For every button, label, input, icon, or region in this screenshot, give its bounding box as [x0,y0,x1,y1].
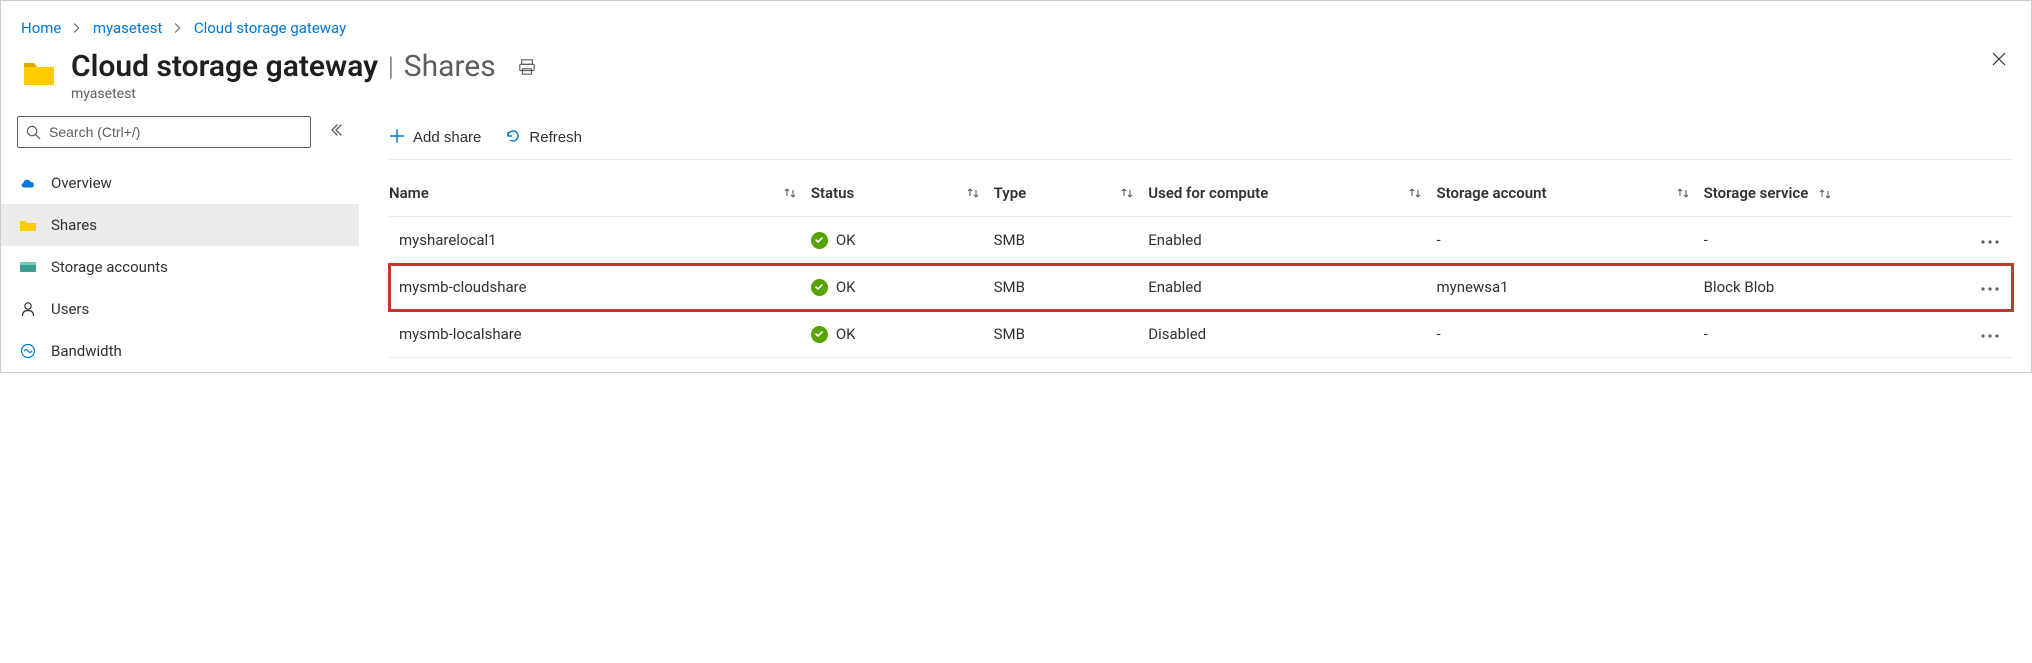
cell-status: OK [811,217,994,264]
sidebar-nav: Overview Shares Storage accounts [1,162,359,372]
table-row[interactable]: mysmb-localshare OK SMB Disabled - - [389,311,2013,358]
sort-icon[interactable] [1408,186,1422,200]
status-text: OK [836,278,856,296]
table-row[interactable]: mysharelocal1 OK SMB Enabled - - [389,217,2013,264]
plus-icon [389,128,405,148]
folder-icon [21,55,57,91]
toolbar: Add share Refresh [389,116,2013,160]
sidebar-item-label: Storage accounts [51,258,168,276]
col-header-status[interactable]: Status [811,170,994,217]
shares-table: Name Status Type Used for compute [389,170,2013,358]
cell-name: mysmb-localshare [389,311,811,358]
add-share-button[interactable]: Add share [389,122,481,154]
bandwidth-icon [19,342,37,360]
sidebar-item-shares[interactable]: Shares [1,204,359,246]
col-header-account[interactable]: Storage account [1436,170,1703,217]
col-label: Type [994,184,1027,202]
collapse-sidebar-icon[interactable] [325,119,347,145]
more-icon [1981,286,1999,292]
page-title: Cloud storage gateway [71,49,378,84]
status-ok-icon [811,279,828,296]
cell-account: - [1436,217,1703,264]
col-header-name[interactable]: Name [389,170,811,217]
cell-compute: Enabled [1148,264,1436,311]
cell-status: OK [811,264,994,311]
sort-icon[interactable] [1818,187,1832,201]
status-ok-icon [811,232,828,249]
sidebar-item-bandwidth[interactable]: Bandwidth [1,330,359,372]
status-text: OK [836,231,856,249]
table-row[interactable]: mysmb-cloudshare OK SMB Enabled mynewsa1… [389,264,2013,311]
search-wrapper [17,116,311,148]
col-label: Name [389,184,429,202]
col-header-type[interactable]: Type [994,170,1149,217]
refresh-label: Refresh [529,129,582,146]
storage-icon [19,258,37,276]
cloud-icon [19,174,37,192]
cell-type: SMB [994,217,1149,264]
print-icon[interactable] [518,58,536,76]
sidebar: Overview Shares Storage accounts [1,116,359,372]
breadcrumb: Home myasetest Cloud storage gateway [1,1,2031,45]
cell-service: - [1704,311,1943,358]
refresh-button[interactable]: Refresh [505,122,582,154]
page-section: Shares [404,49,496,84]
col-header-compute[interactable]: Used for compute [1148,170,1436,217]
cell-name: mysmb-cloudshare [389,264,811,311]
sidebar-item-label: Bandwidth [51,342,122,360]
cell-compute: Disabled [1148,311,1436,358]
cell-name: mysharelocal1 [389,217,811,264]
close-icon[interactable] [1991,51,2007,67]
sort-icon[interactable] [1676,186,1690,200]
search-input[interactable] [49,124,302,140]
row-more-button[interactable] [1943,311,2013,358]
folder-icon [19,216,37,234]
col-label: Used for compute [1148,184,1268,202]
row-more-button[interactable] [1943,217,2013,264]
col-header-service[interactable]: Storage service [1704,170,1943,217]
page-subtitle: myasetest [71,86,2011,102]
sidebar-item-label: Shares [51,216,97,234]
cell-compute: Enabled [1148,217,1436,264]
breadcrumb-link-home[interactable]: Home [21,19,61,37]
main-content: Add share Refresh Name [359,116,2031,358]
breadcrumb-link-gateway[interactable]: Cloud storage gateway [194,19,346,37]
status-text: OK [836,325,856,343]
sidebar-item-overview[interactable]: Overview [1,162,359,204]
sidebar-item-storage-accounts[interactable]: Storage accounts [1,246,359,288]
cell-type: SMB [994,311,1149,358]
cell-service: - [1704,217,1943,264]
page-header: Cloud storage gateway | Shares myasetest [1,45,2031,116]
sort-icon[interactable] [783,186,797,200]
chevron-right-icon [73,19,81,37]
col-label: Storage account [1436,184,1546,202]
cell-service: Block Blob [1704,264,1943,311]
sidebar-item-label: Users [51,300,89,318]
status-ok-icon [811,326,828,343]
cell-account: mynewsa1 [1436,264,1703,311]
col-header-actions [1943,170,2013,217]
more-icon [1981,239,1999,245]
cell-account: - [1436,311,1703,358]
cell-type: SMB [994,264,1149,311]
sort-icon[interactable] [1120,186,1134,200]
sidebar-item-label: Overview [51,174,112,192]
col-label: Storage service [1704,184,1809,202]
chevron-right-icon [174,19,182,37]
sort-icon[interactable] [966,186,980,200]
row-more-button[interactable] [1943,264,2013,311]
col-label: Status [811,184,854,202]
more-icon [1981,333,1999,339]
sidebar-item-users[interactable]: Users [1,288,359,330]
refresh-icon [505,128,521,148]
user-icon [19,300,37,318]
search-icon [26,125,41,140]
breadcrumb-link-resource[interactable]: myasetest [93,19,163,37]
title-separator: | [388,52,394,82]
add-share-label: Add share [413,129,481,146]
cell-status: OK [811,311,994,358]
